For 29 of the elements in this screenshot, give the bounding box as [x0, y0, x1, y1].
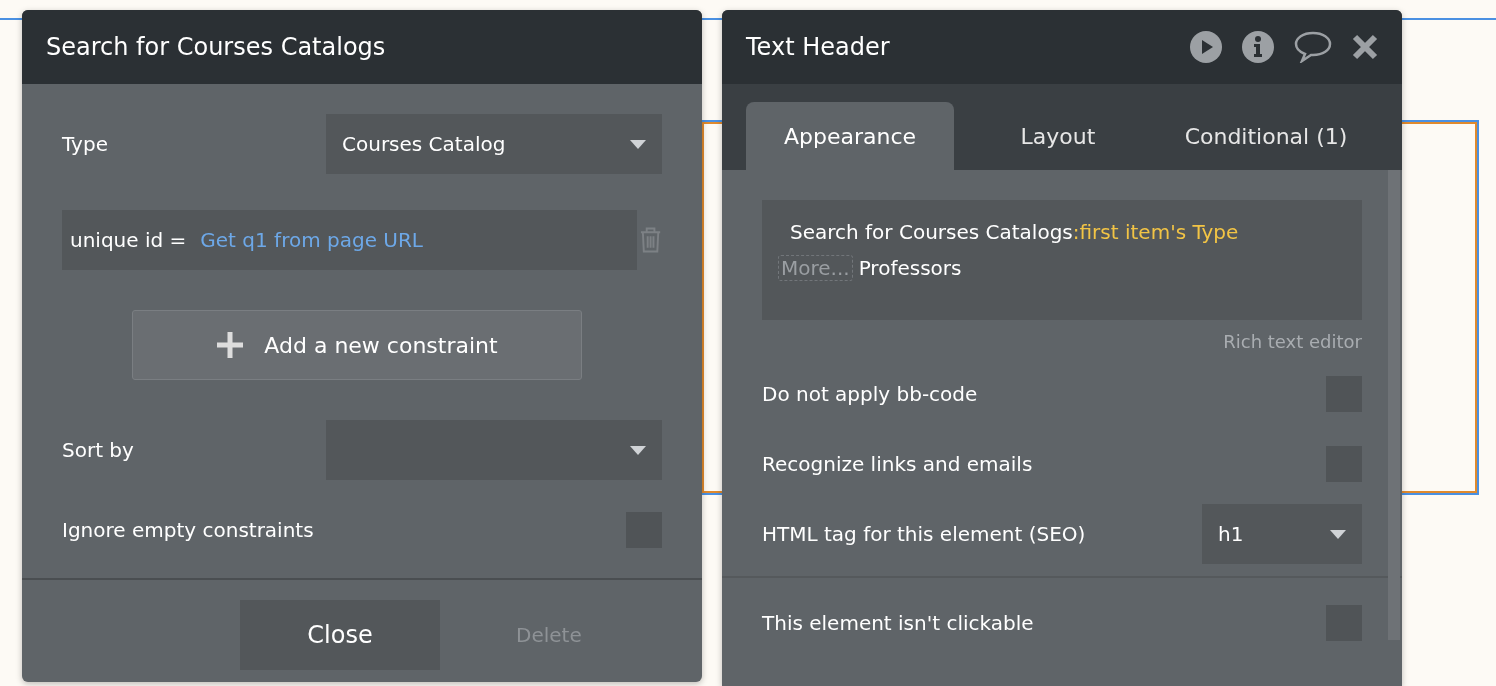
- field-label: Sort by: [62, 437, 134, 464]
- field-label: Ignore empty constraints: [62, 517, 314, 544]
- plus-icon: [216, 331, 245, 359]
- constraint-field[interactable]: unique id = Get q1 from page URL: [62, 210, 637, 270]
- scrollbar[interactable]: [1388, 170, 1400, 640]
- type-dropdown[interactable]: Courses Catalog: [326, 114, 662, 174]
- info-icon[interactable]: [1242, 31, 1274, 63]
- option-label: Recognize links and emails: [762, 451, 1033, 478]
- html-tag-dropdown[interactable]: h1: [1202, 504, 1362, 564]
- trash-icon[interactable]: [638, 226, 662, 254]
- caret-icon: [630, 445, 646, 455]
- field-label: Type: [62, 131, 108, 158]
- option-label: Do not apply bb-code: [762, 381, 978, 408]
- tab[interactable]: Appearance: [746, 102, 954, 170]
- option-label: HTML tag for this element (SEO): [762, 521, 1086, 548]
- option-label: This element isn't clickable: [762, 610, 1034, 637]
- close-icon[interactable]: [1352, 34, 1378, 60]
- text-content-field[interactable]: Search for Courses Catalogs:first item's Type More... Professors: [762, 200, 1362, 320]
- play-icon[interactable]: [1190, 31, 1222, 63]
- add-constraint-button[interactable]: Add a new constraint: [132, 310, 582, 380]
- sort-dropdown[interactable]: [326, 420, 662, 480]
- comment-icon[interactable]: [1294, 31, 1332, 63]
- close-button[interactable]: Close: [240, 600, 440, 670]
- panel-title: Search for Courses Catalogs: [46, 32, 387, 63]
- caret-icon: [1330, 529, 1346, 539]
- caret-icon: [630, 139, 646, 149]
- tab[interactable]: Layout: [954, 102, 1162, 170]
- panel-title: Text Header: [746, 32, 891, 63]
- tab[interactable]: Conditional (1): [1162, 102, 1370, 170]
